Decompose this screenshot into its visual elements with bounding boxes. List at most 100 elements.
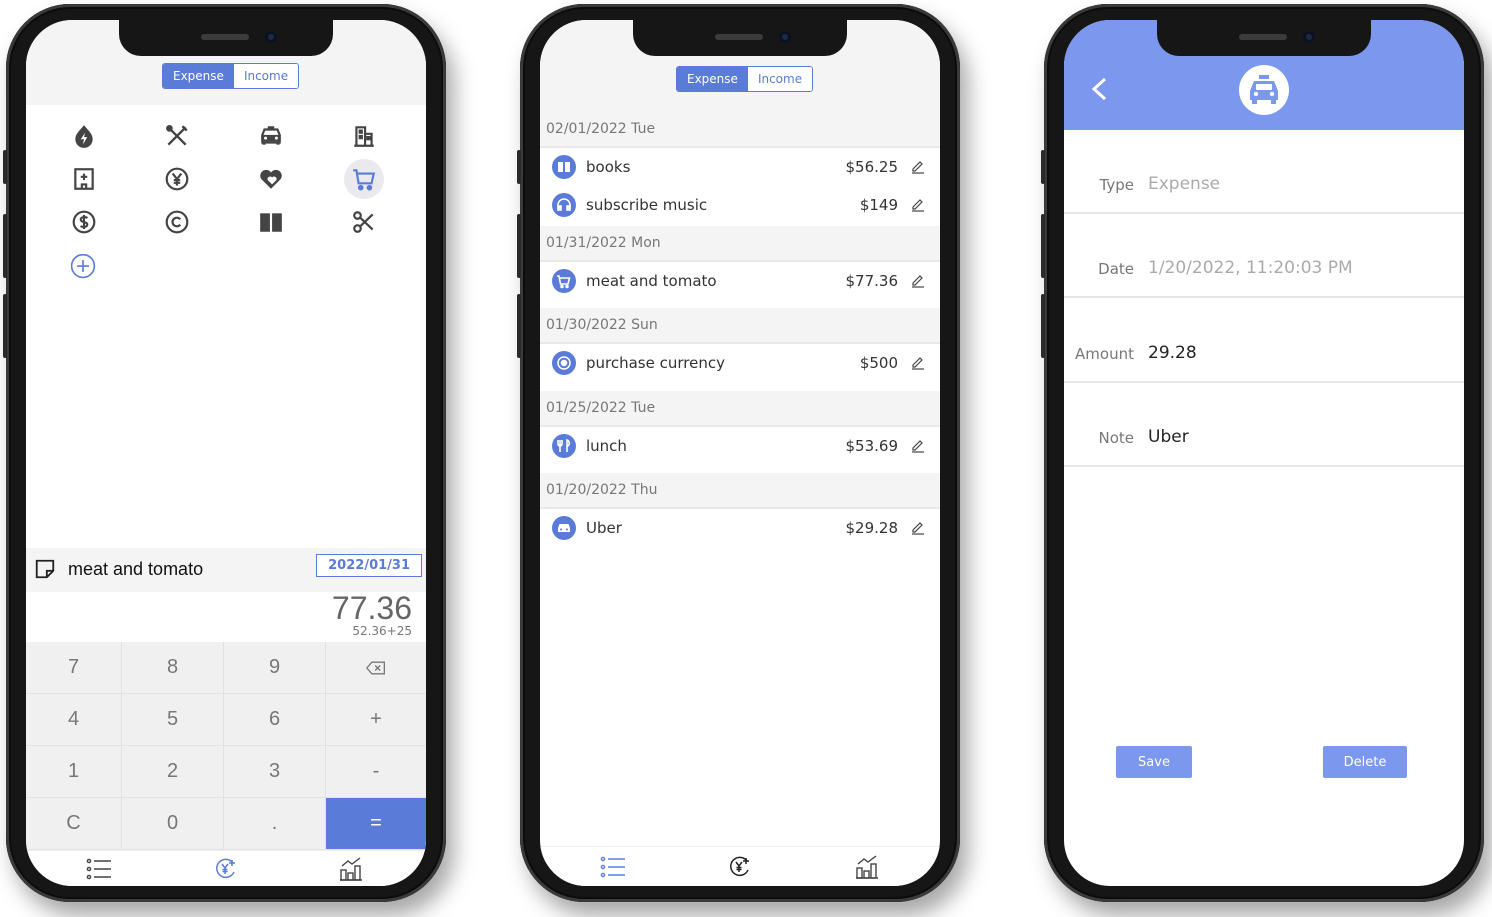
day-header: 01/20/2022 Thu xyxy=(540,473,940,509)
item-amount: $56.25 xyxy=(845,158,899,176)
building-icon[interactable] xyxy=(344,116,384,156)
car-icon[interactable] xyxy=(251,116,291,156)
day-header: 01/31/2022 Mon xyxy=(540,226,940,262)
key-7[interactable]: 7 xyxy=(26,642,122,694)
date-field: Date 1/20/2022, 11:20:03 PM xyxy=(1064,214,1464,298)
edit-icon[interactable] xyxy=(910,519,926,535)
book-icon[interactable] xyxy=(251,202,291,242)
back-chevron-icon[interactable] xyxy=(1090,76,1108,102)
plus-icon[interactable] xyxy=(63,246,103,286)
note-text[interactable]: meat and tomato xyxy=(68,559,203,580)
save-button[interactable]: Save xyxy=(1116,746,1192,778)
edit-icon[interactable] xyxy=(910,437,926,453)
date-value: 1/20/2022, 11:20:03 PM xyxy=(1148,258,1353,278)
yen-icon[interactable] xyxy=(157,159,197,199)
fire-icon[interactable] xyxy=(64,116,104,156)
key-8[interactable]: 8 xyxy=(122,642,224,694)
cart-icon xyxy=(552,269,576,293)
hospital-icon[interactable] xyxy=(64,159,104,199)
equals-key[interactable]: = xyxy=(326,798,426,850)
list-item[interactable]: Uber $29.28 xyxy=(540,509,940,555)
hearts-icon[interactable] xyxy=(251,159,291,199)
item-name: books xyxy=(586,158,631,176)
delete-button[interactable]: Delete xyxy=(1323,746,1407,778)
phone-entry: Expense Income meat and tomato 2022/01/3… xyxy=(3,4,446,902)
key-2[interactable]: 2 xyxy=(122,746,224,798)
scissors-icon[interactable] xyxy=(344,202,384,242)
clear-key[interactable]: C xyxy=(26,798,122,850)
list-item[interactable]: subscribe music $149 xyxy=(540,186,940,226)
list-item[interactable]: meat and tomato $77.36 xyxy=(540,262,940,308)
date-button[interactable]: 2022/01/31 xyxy=(316,554,422,577)
tools-icon[interactable] xyxy=(157,116,197,156)
note-label: Note xyxy=(1098,429,1134,447)
key-5[interactable]: 5 xyxy=(122,694,224,746)
edit-icon[interactable] xyxy=(910,158,926,174)
income-tab[interactable]: Income xyxy=(747,67,813,91)
list-tab-icon[interactable] xyxy=(600,855,626,879)
backspace-key[interactable] xyxy=(326,642,426,694)
cart-icon[interactable] xyxy=(344,159,384,199)
fork-knife-icon xyxy=(552,434,576,458)
tab-bar xyxy=(540,846,940,886)
expense-tab[interactable]: Expense xyxy=(163,64,234,88)
note-bar: meat and tomato 2022/01/31 xyxy=(26,548,426,592)
note-input[interactable]: Uber xyxy=(1148,427,1189,447)
item-amount: $77.36 xyxy=(845,272,899,290)
add-record-tab-icon[interactable] xyxy=(213,857,239,881)
edit-icon[interactable] xyxy=(910,196,926,212)
item-name: lunch xyxy=(586,437,627,455)
currency-icon xyxy=(552,351,576,375)
list-tab-icon[interactable] xyxy=(86,857,112,881)
income-tab[interactable]: Income xyxy=(233,64,299,88)
add-record-tab-icon[interactable] xyxy=(727,855,753,879)
list-item[interactable]: books $56.25 xyxy=(540,148,940,186)
type-label: Type xyxy=(1099,176,1134,194)
key-4[interactable]: 4 xyxy=(26,694,122,746)
minus-key[interactable]: - xyxy=(326,746,426,798)
type-field: Type Expense xyxy=(1064,130,1464,214)
expense-tab[interactable]: Expense xyxy=(677,67,748,91)
item-name: purchase currency xyxy=(586,354,725,372)
day-header: 02/01/2022 Tue xyxy=(540,112,940,148)
item-amount: $149 xyxy=(859,196,898,214)
item-amount: $53.69 xyxy=(845,437,899,455)
phone-ledger: Expense Income 02/01/2022 Tue books $56.… xyxy=(517,4,960,902)
amount-display: 77.36 xyxy=(331,590,412,626)
decimal-key[interactable]: . xyxy=(224,798,326,850)
amount-label: Amount xyxy=(1075,345,1134,363)
ledger-list: 02/01/2022 Tue books $56.25 subscribe mu… xyxy=(540,112,940,555)
car-icon xyxy=(552,516,576,540)
key-6[interactable]: 6 xyxy=(224,694,326,746)
day-header: 01/25/2022 Tue xyxy=(540,391,940,427)
key-0[interactable]: 0 xyxy=(122,798,224,850)
type-toggle: Expense Income xyxy=(676,66,814,92)
key-1[interactable]: 1 xyxy=(26,746,122,798)
edit-icon[interactable] xyxy=(910,354,926,370)
dollar-icon[interactable] xyxy=(64,202,104,242)
list-item[interactable]: lunch $53.69 xyxy=(540,427,940,473)
type-value: Expense xyxy=(1148,174,1221,194)
backspace-icon xyxy=(366,661,385,674)
ledger-screen: Expense Income 02/01/2022 Tue books $56.… xyxy=(540,20,940,886)
item-name: subscribe music xyxy=(586,196,708,214)
amount-input[interactable]: 29.28 xyxy=(1148,343,1197,363)
chart-tab-icon[interactable] xyxy=(854,855,880,879)
type-toggle: Expense Income xyxy=(162,63,300,89)
circle-icon[interactable] xyxy=(157,202,197,242)
chart-tab-icon[interactable] xyxy=(338,857,364,881)
key-3[interactable]: 3 xyxy=(224,746,326,798)
car-icon xyxy=(1239,65,1289,115)
date-label: Date xyxy=(1098,260,1134,278)
note-icon[interactable] xyxy=(34,558,56,580)
note-field: Note Uber xyxy=(1064,383,1464,467)
expression-display: 52.36+25 xyxy=(352,624,412,638)
key-9[interactable]: 9 xyxy=(224,642,326,694)
edit-icon[interactable] xyxy=(910,272,926,288)
plus-key[interactable]: + xyxy=(326,694,426,746)
headphones-icon xyxy=(552,193,576,217)
list-item[interactable]: purchase currency $500 xyxy=(540,344,940,391)
phone-detail: Type Expense Date 1/20/2022, 11:20:03 PM… xyxy=(1041,4,1484,902)
keypad: 7 8 9 4 5 6 + 1 2 3 - C 0 . = xyxy=(26,642,426,850)
item-amount: $29.28 xyxy=(845,519,899,537)
